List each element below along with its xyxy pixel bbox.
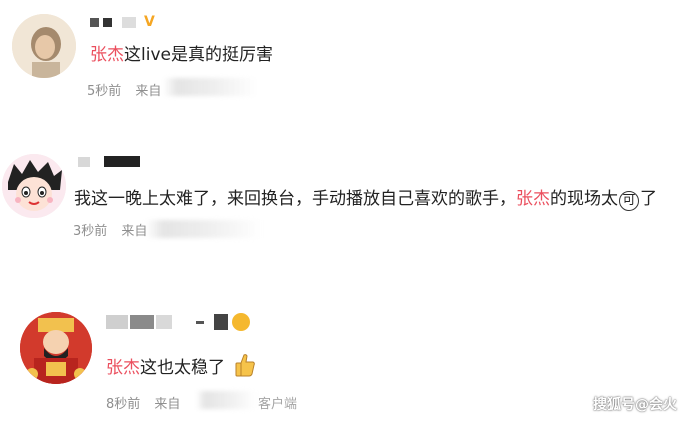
timestamp: 8秒前 bbox=[106, 397, 141, 412]
blurred-source bbox=[196, 391, 256, 409]
timestamp: 5秒前 bbox=[87, 84, 122, 99]
circled-char: 可 bbox=[619, 191, 639, 211]
source-label: 来自 bbox=[121, 224, 148, 239]
avatar[interactable] bbox=[12, 14, 76, 78]
comment-body-end: 了 bbox=[640, 189, 657, 209]
comment-text: 我这一晚上太难了，来回换台，手动播放自己喜欢的歌手，张杰的现场太可了 bbox=[74, 188, 657, 211]
username-masked[interactable]: V bbox=[90, 14, 155, 30]
mention-link[interactable]: 张杰 bbox=[106, 358, 140, 378]
thumbs-up-icon bbox=[234, 353, 256, 383]
comment-meta: 3秒前 来自 bbox=[73, 220, 147, 239]
avatar-image bbox=[12, 14, 76, 78]
username-masked[interactable] bbox=[106, 313, 250, 331]
avatar-image bbox=[2, 154, 66, 218]
comment-item: V 张杰这live是真的挺厉害 5秒前 来自 bbox=[0, 0, 693, 110]
comment-text: 张杰这也太稳了 bbox=[106, 353, 256, 383]
watermark: 搜狐号@会火 bbox=[593, 397, 677, 413]
username-masked[interactable] bbox=[78, 156, 140, 167]
blurred-source bbox=[146, 220, 261, 238]
avatar[interactable] bbox=[20, 312, 92, 384]
source-label: 来自 bbox=[135, 84, 162, 99]
mention-link[interactable]: 张杰 bbox=[516, 189, 550, 209]
comment-meta: 8秒前 来自 bbox=[106, 393, 180, 412]
source-label: 来自 bbox=[154, 397, 181, 412]
comment-item: 张杰这也太稳了 8秒前 来自 客户端 bbox=[0, 300, 693, 426]
crown-badge-icon bbox=[232, 313, 250, 331]
comment-body: 这也太稳了 bbox=[140, 358, 225, 378]
avatar-image bbox=[20, 312, 92, 384]
mention-link[interactable]: 张杰 bbox=[90, 45, 124, 65]
blurred-source bbox=[163, 78, 258, 96]
comment-body-rest: 的现场太 bbox=[550, 189, 618, 209]
avatar[interactable] bbox=[2, 154, 66, 218]
verified-badge-icon: V bbox=[144, 14, 155, 30]
comment-body: 这live是真的挺厉害 bbox=[124, 45, 273, 65]
comment-meta: 5秒前 来自 bbox=[87, 80, 161, 99]
source-suffix: 客户端 bbox=[258, 397, 298, 412]
comment-text: 张杰这live是真的挺厉害 bbox=[90, 44, 273, 66]
comment-body: 我这一晚上太难了，来回换台，手动播放自己喜欢的歌手， bbox=[74, 189, 516, 209]
timestamp: 3秒前 bbox=[73, 224, 108, 239]
comment-item: 我这一晚上太难了，来回换台，手动播放自己喜欢的歌手，张杰的现场太可了 3秒前 来… bbox=[0, 140, 693, 260]
